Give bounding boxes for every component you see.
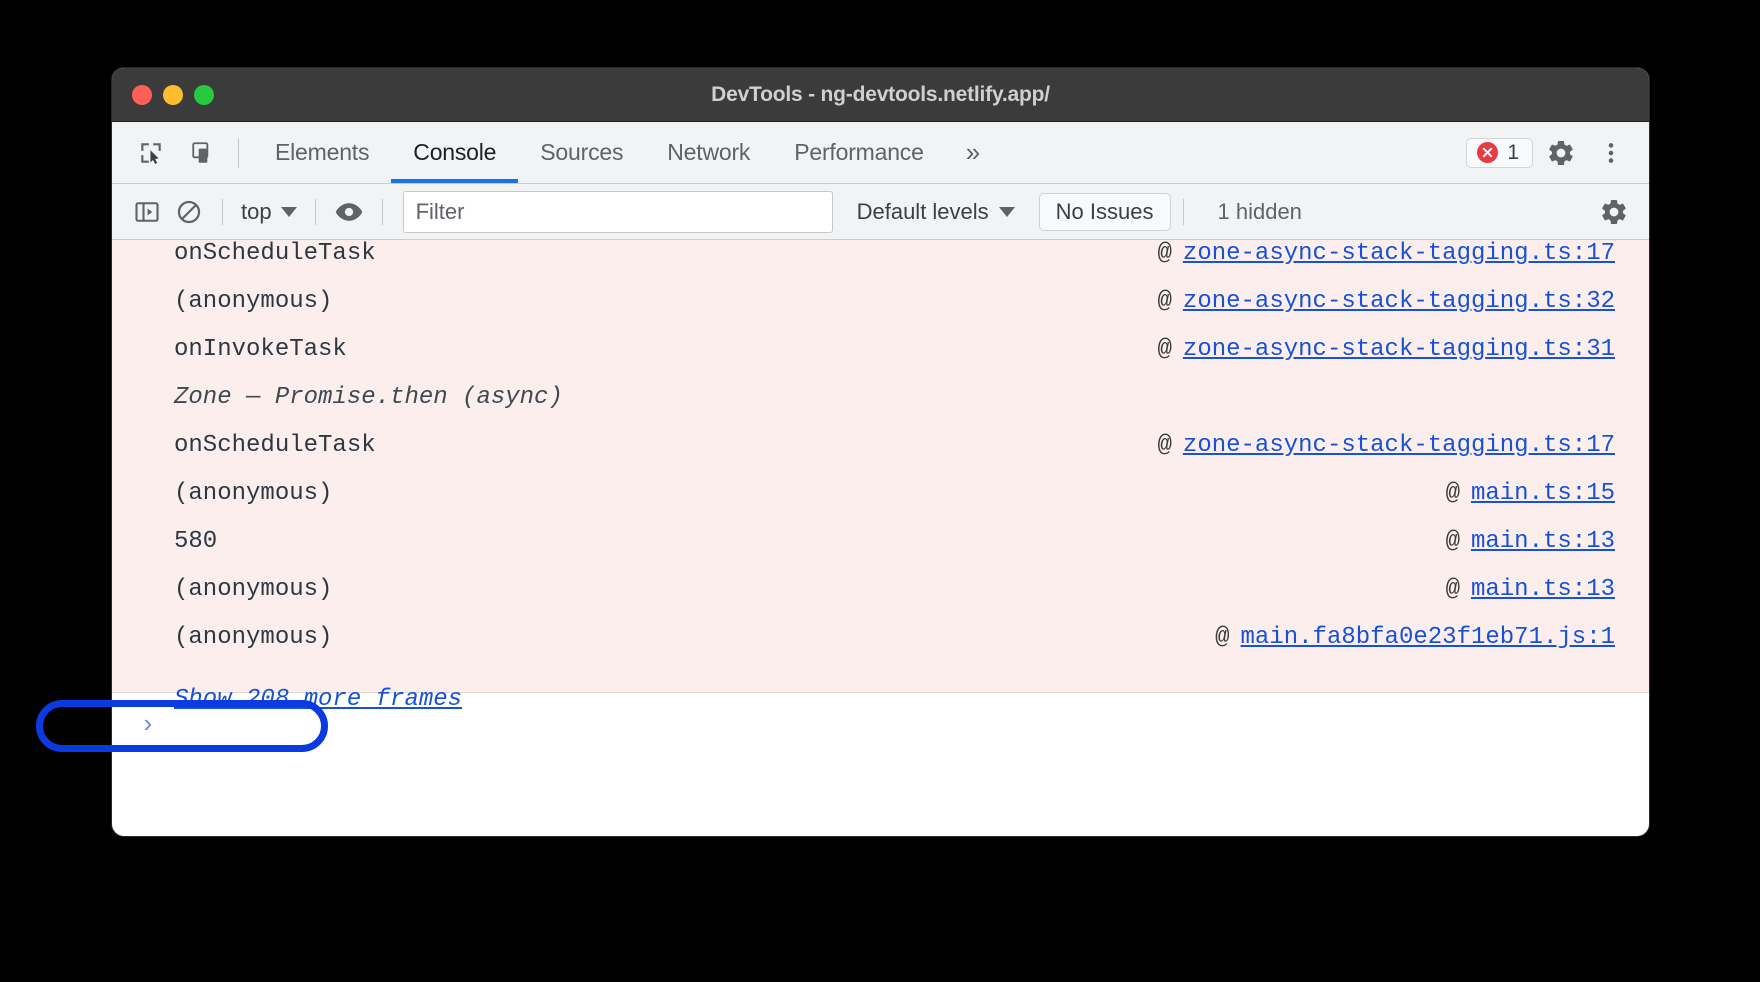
gear-icon[interactable] xyxy=(1539,131,1583,175)
stack-frame-row: onInvokeTask @ zone-async-stack-tagging.… xyxy=(112,336,1649,384)
at-symbol: @ xyxy=(1158,336,1172,363)
source-location-link[interactable]: main.ts:15 xyxy=(1471,480,1615,507)
stack-frame-function: onScheduleTask xyxy=(174,432,376,459)
minimize-window-button[interactable] xyxy=(163,85,183,105)
stack-frame-function: (anonymous) xyxy=(174,576,332,603)
source-location-link[interactable]: main.ts:13 xyxy=(1471,576,1615,603)
log-levels-label: Default levels xyxy=(857,199,989,225)
stack-frame-location: @ main.fa8bfa0e23f1eb71.js:1 xyxy=(1215,624,1615,651)
stack-frame-location: @ main.ts:13 xyxy=(1446,576,1615,603)
filterbar-divider-2 xyxy=(315,199,316,225)
hidden-messages-count: 1 hidden xyxy=(1218,199,1302,225)
stack-frame-function: onInvokeTask xyxy=(174,336,347,363)
execution-context-label: top xyxy=(241,199,272,225)
stack-frame-row: (anonymous) @ main.fa8bfa0e23f1eb71.js:1 xyxy=(112,624,1649,672)
filterbar-right-group xyxy=(1593,191,1649,233)
filter-input[interactable] xyxy=(403,191,833,233)
tabbar-right-group: 1 xyxy=(1466,131,1649,175)
source-location-link[interactable]: zone-async-stack-tagging.ts:31 xyxy=(1183,336,1615,363)
stack-frame-row: 580 @ main.ts:13 xyxy=(112,528,1649,576)
source-location-link[interactable]: main.ts:13 xyxy=(1471,528,1615,555)
stack-frame-row: (anonymous) @ main.ts:13 xyxy=(112,576,1649,624)
tab-network[interactable]: Network xyxy=(645,122,772,183)
at-symbol: @ xyxy=(1158,432,1172,459)
tabbar-tool-icons xyxy=(112,132,224,174)
screenshot-root: DevTools - ng-devtools.netlify.app/ xyxy=(0,0,1760,982)
panel-tabs: Elements Console Sources Network Perform… xyxy=(253,122,946,183)
stack-frame-function: 580 xyxy=(174,528,217,555)
stack-frame-location: @ main.ts:13 xyxy=(1446,528,1615,555)
stack-frame-function: (anonymous) xyxy=(174,480,332,507)
error-circle-icon xyxy=(1477,142,1498,163)
show-more-frames-row: Show 208 more frames xyxy=(112,672,1649,726)
devtools-window: DevTools - ng-devtools.netlify.app/ xyxy=(112,68,1649,836)
device-toolbar-icon[interactable] xyxy=(182,132,224,174)
stack-frame-location: @ zone-async-stack-tagging.ts:17 xyxy=(1158,432,1615,459)
stack-frame-row: (anonymous) @ zone-async-stack-tagging.t… xyxy=(112,288,1649,336)
filterbar-divider-1 xyxy=(222,199,223,225)
stack-frame-location: @ zone-async-stack-tagging.ts:31 xyxy=(1158,336,1615,363)
console-sidebar-icon[interactable] xyxy=(126,191,168,233)
stack-frame-function: (anonymous) xyxy=(174,288,332,315)
traffic-light-group xyxy=(132,85,214,105)
show-more-frames-link[interactable]: Show 208 more frames xyxy=(174,686,462,713)
tab-sources[interactable]: Sources xyxy=(518,122,645,183)
stack-frame-function: onScheduleTask xyxy=(174,240,376,267)
chevron-down-icon xyxy=(999,207,1015,217)
async-boundary-row: Zone — Promise.then (async) xyxy=(112,384,1649,432)
tab-elements-label: Elements xyxy=(275,139,369,166)
console-output: onScheduleTask @ zone-async-stack-taggin… xyxy=(112,240,1649,693)
error-count: 1 xyxy=(1507,141,1519,165)
no-issues-button[interactable]: No Issues xyxy=(1039,193,1171,231)
zoom-window-button[interactable] xyxy=(194,85,214,105)
tab-console[interactable]: Console xyxy=(391,122,518,183)
stack-frame-row: onScheduleTask @ zone-async-stack-taggin… xyxy=(112,432,1649,480)
tab-performance[interactable]: Performance xyxy=(772,122,945,183)
filterbar-divider-4 xyxy=(1183,199,1184,225)
gear-icon[interactable] xyxy=(1593,191,1635,233)
source-location-link[interactable]: zone-async-stack-tagging.ts:32 xyxy=(1183,288,1615,315)
at-symbol: @ xyxy=(1158,240,1172,267)
window-titlebar: DevTools - ng-devtools.netlify.app/ xyxy=(112,68,1649,122)
at-symbol: @ xyxy=(1158,288,1172,315)
at-symbol: @ xyxy=(1446,576,1460,603)
error-badge[interactable]: 1 xyxy=(1466,138,1533,168)
clear-console-icon[interactable] xyxy=(168,191,210,233)
tab-sources-label: Sources xyxy=(540,139,623,166)
tabbar-divider xyxy=(238,138,239,168)
tab-elements[interactable]: Elements xyxy=(253,122,391,183)
console-filterbar: top Default levels No Issues 1 hidden xyxy=(112,184,1649,240)
more-tabs-icon[interactable]: » xyxy=(946,137,1000,168)
stack-frame-location: @ zone-async-stack-tagging.ts:17 xyxy=(1158,240,1615,267)
devtools-tabbar: Elements Console Sources Network Perform… xyxy=(112,122,1649,184)
kebab-menu-icon[interactable] xyxy=(1589,131,1633,175)
tab-performance-label: Performance xyxy=(794,139,923,166)
stack-frame-function: (anonymous) xyxy=(174,624,332,651)
close-window-button[interactable] xyxy=(132,85,152,105)
execution-context-selector[interactable]: top xyxy=(235,199,303,225)
log-levels-selector[interactable]: Default levels xyxy=(857,199,1015,225)
at-symbol: @ xyxy=(1215,624,1229,651)
chevron-down-icon xyxy=(281,207,297,217)
inspect-element-icon[interactable] xyxy=(130,132,172,174)
stack-frame-row: (anonymous) @ main.ts:15 xyxy=(112,480,1649,528)
source-location-link[interactable]: zone-async-stack-tagging.ts:17 xyxy=(1183,240,1615,267)
stack-frame-location: @ main.ts:15 xyxy=(1446,480,1615,507)
stack-frame-row: onScheduleTask @ zone-async-stack-taggin… xyxy=(112,240,1649,288)
filterbar-divider-3 xyxy=(382,199,383,225)
source-location-link[interactable]: main.fa8bfa0e23f1eb71.js:1 xyxy=(1241,624,1615,651)
tab-network-label: Network xyxy=(667,139,750,166)
live-expression-icon[interactable] xyxy=(328,191,370,233)
window-title: DevTools - ng-devtools.netlify.app/ xyxy=(112,83,1649,107)
async-boundary-label: Zone — Promise.then (async) xyxy=(174,384,563,411)
tab-console-label: Console xyxy=(413,139,496,166)
source-location-link[interactable]: zone-async-stack-tagging.ts:17 xyxy=(1183,432,1615,459)
stack-frame-location: @ zone-async-stack-tagging.ts:32 xyxy=(1158,288,1615,315)
at-symbol: @ xyxy=(1446,528,1460,555)
at-symbol: @ xyxy=(1446,480,1460,507)
